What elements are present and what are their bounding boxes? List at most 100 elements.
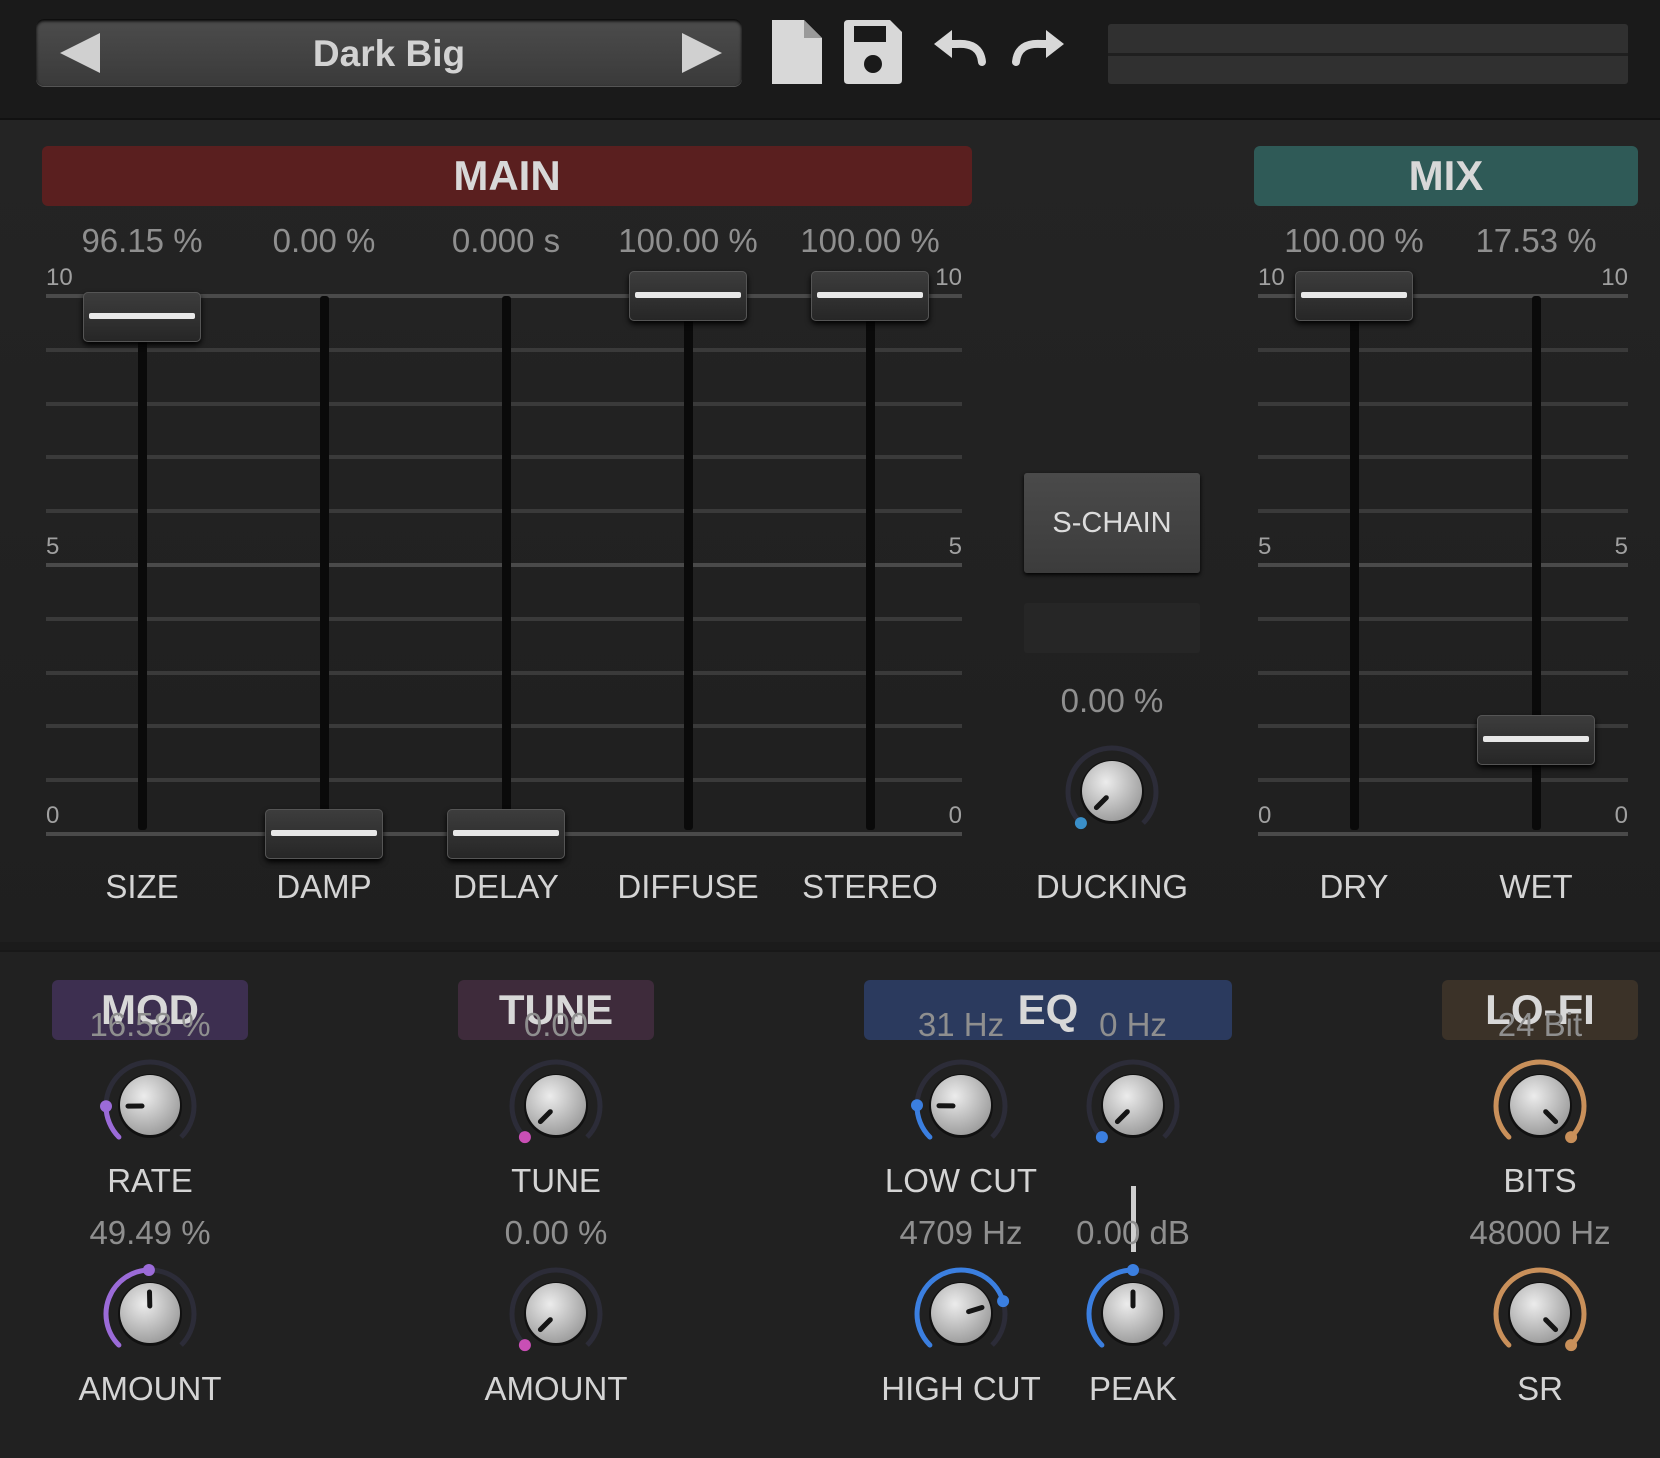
fader-track-size[interactable] (138, 296, 147, 830)
save-preset-button[interactable] (842, 18, 904, 86)
eq-peak-label: PEAK (1013, 1370, 1253, 1408)
fader-grid-line (1258, 832, 1628, 836)
scale-label-right: 0 (1598, 802, 1628, 830)
fader-thumb-mark (635, 292, 741, 298)
fader-grid-line (1258, 778, 1628, 782)
knob-dial-icon (1060, 740, 1164, 844)
knob-dial-icon (1488, 1054, 1592, 1158)
eq-peak-knob[interactable] (1081, 1262, 1185, 1366)
knob-dial-icon (1081, 1262, 1185, 1366)
eq-peakfreq-knob[interactable] (1081, 1054, 1185, 1158)
new-preset-button[interactable] (766, 18, 828, 86)
sidechain-button[interactable]: S-CHAIN (1024, 473, 1200, 573)
header-bar: Dark Big (0, 0, 1660, 120)
fader-value-wet: 17.53 % (1426, 222, 1646, 260)
ducking-value: 0.00 % (1012, 682, 1212, 720)
mod-rate-value: 16.58 % (40, 1006, 260, 1044)
fader-thumb-mark (89, 313, 195, 319)
eq-peakfreq-value: 0 Hz (1023, 1006, 1243, 1044)
fader-thumb-stereo[interactable] (811, 271, 929, 321)
right-arrow-icon (682, 33, 722, 73)
fader-thumb-mark (453, 830, 559, 836)
tune-tune-knob[interactable] (504, 1054, 608, 1158)
sidechain-indicator (1024, 603, 1200, 653)
mix-section-header: MIX (1254, 146, 1638, 206)
fader-value-stereo: 100.00 % (760, 222, 980, 260)
knob-dial-icon (98, 1262, 202, 1366)
fader-label-stereo: STEREO (770, 868, 970, 906)
fader-thumb-mark (1483, 736, 1589, 742)
scale-label-right: 0 (932, 802, 962, 830)
fader-track-delay[interactable] (502, 296, 511, 830)
tune-amount-value: 0.00 % (446, 1214, 666, 1252)
fader-thumb-size[interactable] (83, 292, 201, 342)
fader-track-damp[interactable] (320, 296, 329, 830)
knob-dial-icon (504, 1262, 608, 1366)
fader-grid-line (1258, 455, 1628, 459)
mod-amount-knob[interactable] (98, 1262, 202, 1366)
ducking-knob[interactable] (1060, 740, 1164, 844)
fader-thumb-damp[interactable] (265, 809, 383, 859)
fader-grid-line (1258, 402, 1628, 406)
eq-lowcut-label: LOW CUT (841, 1162, 1081, 1200)
save-icon (842, 18, 904, 86)
mod-rate-knob[interactable] (98, 1054, 202, 1158)
mod-amount-value: 49.49 % (40, 1214, 260, 1252)
fader-thumb-diffuse[interactable] (629, 271, 747, 321)
tune-tune-label: TUNE (436, 1162, 676, 1200)
lofi-bits-value: 24 Bit (1430, 1006, 1650, 1044)
fader-grid-line (1258, 563, 1628, 567)
fader-label-wet: WET (1436, 868, 1636, 906)
fader-grid-line (1258, 617, 1628, 621)
ducking-label: DUCKING (992, 868, 1232, 906)
next-preset-button[interactable] (682, 19, 730, 86)
fader-thumb-wet[interactable] (1477, 715, 1595, 765)
scale-label-right: 10 (932, 264, 962, 292)
knob-dial-icon (98, 1054, 202, 1158)
eq-peak-value: 0.00 dB (1023, 1214, 1243, 1252)
lofi-sr-value: 48000 Hz (1430, 1214, 1650, 1252)
redo-button[interactable] (1004, 18, 1066, 86)
tune-tune-value: 0.00 (446, 1006, 666, 1044)
output-meter (1108, 24, 1628, 84)
redo-icon (1004, 18, 1066, 86)
lofi-sr-knob[interactable] (1488, 1262, 1592, 1366)
lofi-bits-knob[interactable] (1488, 1054, 1592, 1158)
eq-lowcut-knob[interactable] (909, 1054, 1013, 1158)
eq-highcut-knob[interactable] (909, 1262, 1013, 1366)
undo-icon (932, 18, 994, 86)
tune-amount-knob[interactable] (504, 1262, 608, 1366)
main-section-header: MAIN (42, 146, 972, 206)
undo-button[interactable] (932, 18, 994, 86)
scale-label-left: 10 (1258, 264, 1285, 292)
knob-dial-icon (1488, 1262, 1592, 1366)
scale-label-left: 0 (1258, 802, 1271, 830)
tune-amount-label: AMOUNT (436, 1370, 676, 1408)
fader-thumb-delay[interactable] (447, 809, 565, 859)
fader-thumb-mark (1301, 292, 1407, 298)
fader-label-delay: DELAY (406, 868, 606, 906)
fader-thumb-mark (817, 292, 923, 298)
scale-label-right: 5 (932, 533, 962, 561)
scale-label-right: 10 (1598, 264, 1628, 292)
fader-label-diffuse: DIFFUSE (588, 868, 788, 906)
fader-label-damp: DAMP (224, 868, 424, 906)
mod-rate-label: RATE (30, 1162, 270, 1200)
fader-label-dry: DRY (1254, 868, 1454, 906)
preset-name[interactable]: Dark Big (36, 33, 742, 75)
lofi-bits-label: BITS (1420, 1162, 1660, 1200)
preset-selector[interactable]: Dark Big (36, 19, 742, 86)
fader-thumb-dry[interactable] (1295, 271, 1413, 321)
fader-track-diffuse[interactable] (684, 296, 693, 830)
scale-label-left: 10 (46, 264, 73, 292)
knob-dial-icon (909, 1262, 1013, 1366)
lofi-sr-label: SR (1420, 1370, 1660, 1408)
fader-grid-line (1258, 671, 1628, 675)
knob-dial-icon (504, 1054, 608, 1158)
fader-track-stereo[interactable] (866, 296, 875, 830)
knob-dial-icon (909, 1054, 1013, 1158)
knob-dial-icon (1081, 1054, 1185, 1158)
fader-grid-line (1258, 348, 1628, 352)
fader-track-dry[interactable] (1350, 296, 1359, 830)
new-file-icon (766, 18, 828, 86)
